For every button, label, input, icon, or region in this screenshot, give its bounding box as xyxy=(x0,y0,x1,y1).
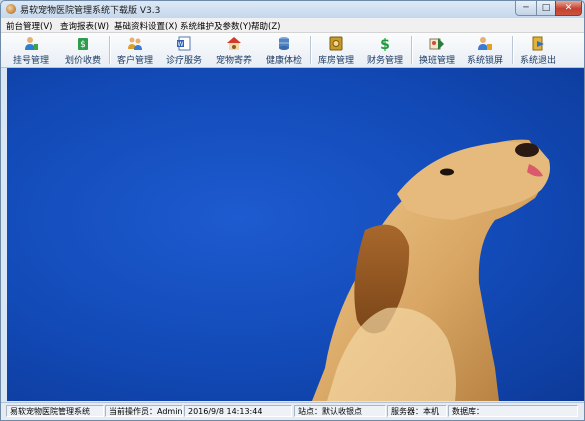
toolbar-label: 库房管理 xyxy=(317,56,354,66)
toolbar-label: 系统退出 xyxy=(519,56,556,66)
toolbar-label: 诊疗服务 xyxy=(165,56,202,66)
toolbar-label: 财务管理 xyxy=(366,56,403,66)
safe-icon xyxy=(329,36,343,51)
title-bar[interactable]: 易软宠物医院管理系统下载版 V3.3 ─ □ ✕ xyxy=(1,1,584,18)
status-operator: 当前操作员：Admin xyxy=(105,405,183,417)
toolbar-customers-button[interactable]: 客户管理 xyxy=(109,35,161,66)
toolbar-label: 挂号管理 xyxy=(12,56,49,66)
shift-icon xyxy=(429,38,444,50)
menu-help[interactable]: 帮助(Z) xyxy=(251,20,280,32)
menu-front-desk[interactable]: 前台管理(V) xyxy=(6,20,52,32)
svg-text:$: $ xyxy=(80,40,86,50)
minimize-button[interactable]: ─ xyxy=(515,1,537,16)
toolbar-exit-button[interactable]: 系统退出 xyxy=(512,35,564,66)
menu-query-reports[interactable]: 查询报表(W) xyxy=(60,20,109,32)
status-datetime: 2016/9/8 14:13:44 xyxy=(184,405,292,417)
lock-user-icon xyxy=(478,37,492,50)
window-title: 易软宠物医院管理系统下载版 V3.3 xyxy=(20,6,161,16)
toolbar-label: 健康体检 xyxy=(265,56,302,66)
svg-text:$: $ xyxy=(380,37,390,51)
dollar-icon: $ xyxy=(380,37,390,51)
pet-house-icon xyxy=(227,37,241,50)
toolbar-label: 系统锁屏 xyxy=(466,56,503,66)
dog-wallpaper-image xyxy=(312,139,550,401)
app-logo-icon xyxy=(6,4,16,14)
toolbar-treatment-button[interactable]: W 诊疗服务 xyxy=(158,35,210,66)
toolbar-label: 划价收费 xyxy=(64,56,101,66)
toolbar-finance-button[interactable]: $ 财务管理 xyxy=(359,35,411,66)
status-site: 站点：默认收银点 xyxy=(294,405,386,417)
toolbar-label: 换班管理 xyxy=(418,56,455,66)
money-icon: $ xyxy=(78,38,88,50)
status-app-name: 易软宠物医院管理系统 xyxy=(6,405,104,417)
customers-icon xyxy=(128,37,142,50)
desktop-wallpaper xyxy=(7,68,584,401)
toolbar-warehouse-button[interactable]: 库房管理 xyxy=(310,35,362,66)
status-database: 数据库： xyxy=(448,405,578,417)
menu-basic-settings[interactable]: 基础资料设置(X) xyxy=(114,20,177,32)
exit-door-icon xyxy=(532,36,544,51)
svg-text:W: W xyxy=(178,41,184,48)
toolbar: 挂号管理 $ 划价收费 客户管理 W 诊疗服务 宠物寄养 健康体检 库房管理 $… xyxy=(1,33,584,68)
close-button[interactable]: ✕ xyxy=(555,1,582,16)
document-icon: W xyxy=(177,36,191,51)
database-icon xyxy=(279,37,289,50)
toolbar-label: 客户管理 xyxy=(116,56,153,66)
register-person-icon xyxy=(25,37,38,50)
maximize-button[interactable]: □ xyxy=(536,1,556,16)
toolbar-boarding-button[interactable]: 宠物寄养 xyxy=(208,35,260,66)
toolbar-shift-button[interactable]: 换班管理 xyxy=(411,35,463,66)
toolbar-register-button[interactable]: 挂号管理 xyxy=(5,35,57,66)
status-bar: 易软宠物医院管理系统 当前操作员：Admin 2016/9/8 14:13:44… xyxy=(1,402,584,420)
toolbar-pricing-button[interactable]: $ 划价收费 xyxy=(57,35,109,66)
status-server: 服务器：本机 xyxy=(387,405,447,417)
menu-system-maintenance[interactable]: 系统维护及参数(Y) xyxy=(180,20,251,32)
toolbar-lock-button[interactable]: 系统锁屏 xyxy=(459,35,511,66)
toolbar-checkup-button[interactable]: 健康体检 xyxy=(258,35,310,66)
app-window: 易软宠物医院管理系统下载版 V3.3 ─ □ ✕ 前台管理(V) 查询报表(W)… xyxy=(0,0,585,421)
toolbar-label: 宠物寄养 xyxy=(215,56,252,66)
menu-bar: 前台管理(V) 查询报表(W) 基础资料设置(X) 系统维护及参数(Y) 帮助(… xyxy=(1,18,584,33)
